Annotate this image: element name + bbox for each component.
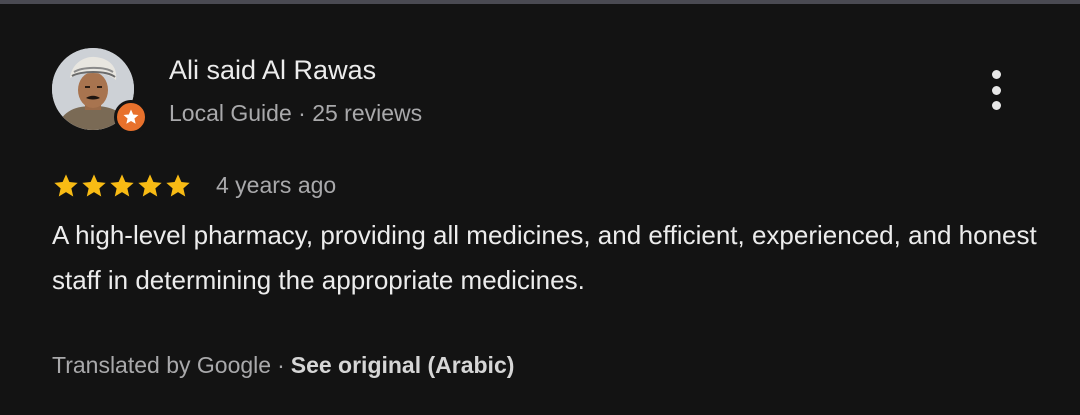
review-count: 25 reviews: [312, 100, 423, 126]
review-card: Ali said Al Rawas Local Guide · 25 revie…: [0, 0, 1080, 415]
local-guide-badge: [114, 100, 148, 134]
star-icon: [138, 174, 162, 197]
author-name[interactable]: Ali said Al Rawas: [169, 55, 376, 86]
more-vert-icon: [991, 70, 1001, 110]
star-icon: [82, 174, 106, 197]
local-guide-star-icon: [123, 109, 139, 124]
local-guide-label: Local Guide: [169, 100, 292, 126]
author-meta: Local Guide · 25 reviews: [169, 100, 422, 127]
star-icon: [166, 174, 190, 197]
footer-separator: ·: [277, 352, 285, 378]
translated-by-label: Translated by Google: [52, 352, 272, 378]
star-icon: [110, 174, 134, 197]
author-avatar-wrapper[interactable]: [52, 48, 148, 134]
star-rating: [52, 172, 192, 200]
see-original-link[interactable]: See original (Arabic): [291, 352, 515, 378]
review-date: 4 years ago: [216, 172, 337, 198]
more-options-button[interactable]: [980, 68, 1012, 112]
top-divider: [0, 0, 1080, 4]
meta-separator: ·: [298, 100, 306, 126]
star-icon: [54, 174, 78, 197]
review-text: A high-level pharmacy, providing all med…: [52, 220, 1037, 295]
translation-footer: Translated by Google · See original (Arabi…: [52, 352, 514, 379]
